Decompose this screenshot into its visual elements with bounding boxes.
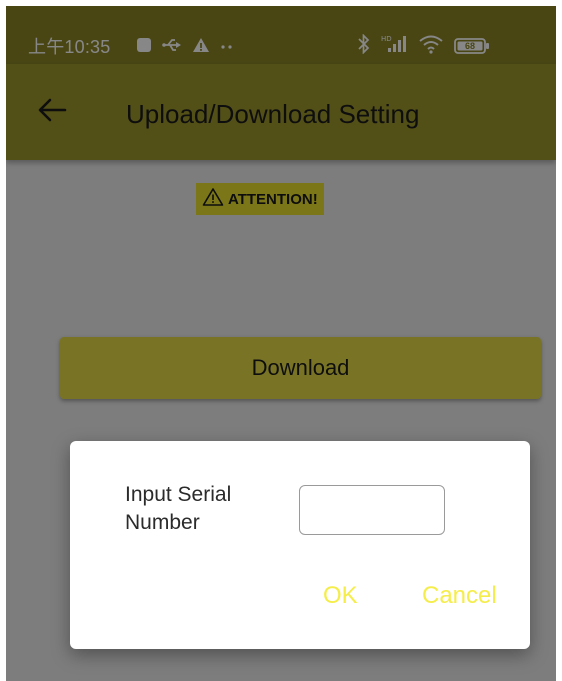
dialog-actions: OK Cancel bbox=[70, 581, 530, 611]
phone-screen: 上午10:35 HD 68 Upload/Download Setting AT… bbox=[6, 6, 556, 681]
serial-number-input[interactable] bbox=[299, 485, 445, 535]
ok-button[interactable]: OK bbox=[323, 581, 358, 611]
cancel-button[interactable]: Cancel bbox=[422, 581, 497, 611]
serial-number-label: Input Serial Number bbox=[125, 483, 232, 534]
serial-number-dialog: Input Serial Number OK Cancel bbox=[70, 441, 530, 649]
